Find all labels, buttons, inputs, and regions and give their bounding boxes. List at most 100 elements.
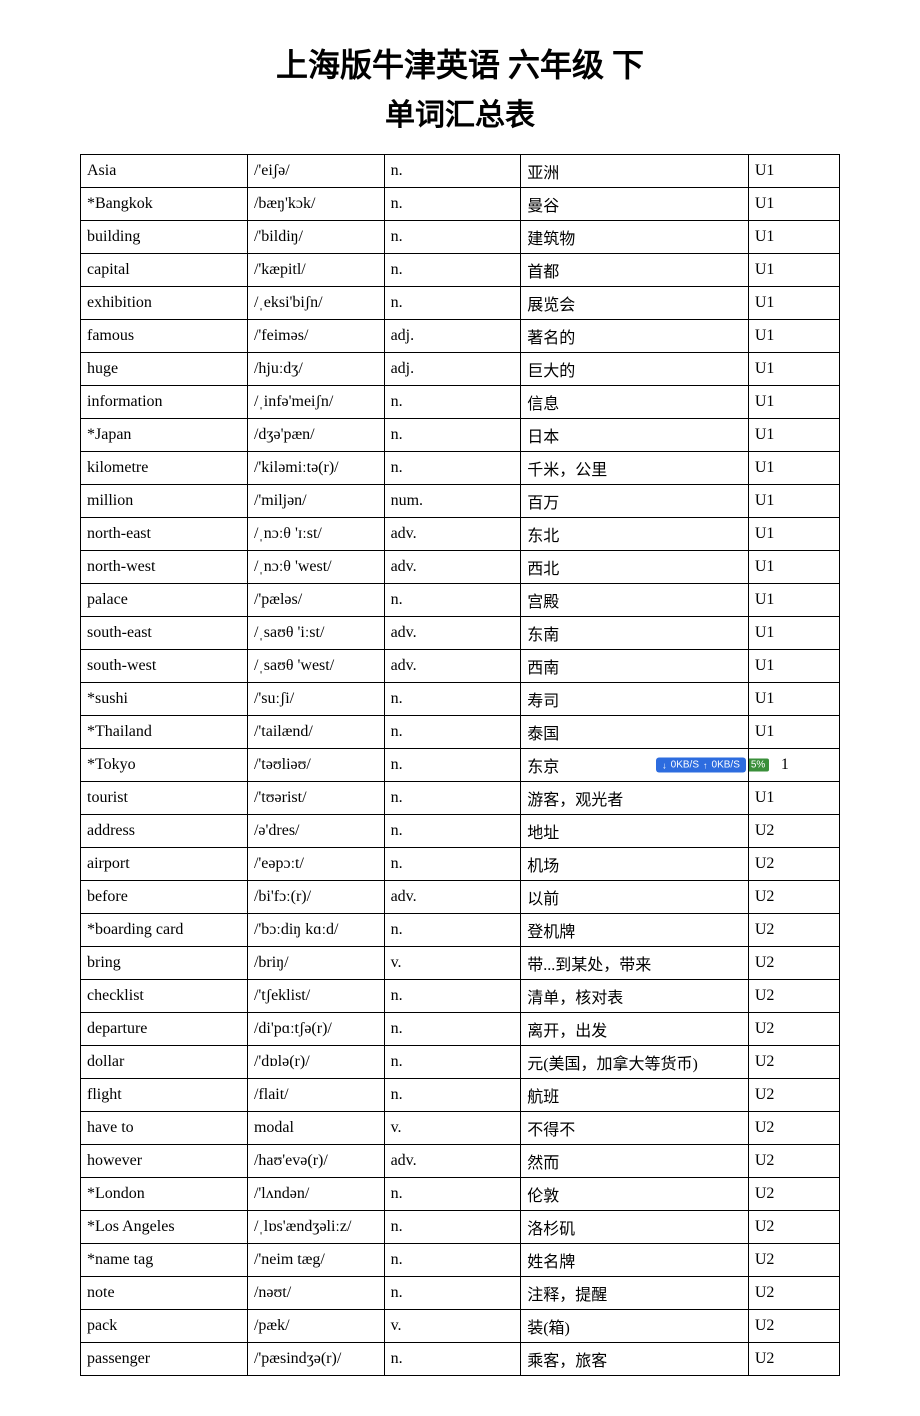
unit-cell: U2 xyxy=(748,1310,839,1343)
ipa-cell: /'bɔːdiŋ kɑːd/ xyxy=(247,914,384,947)
word-cell: passenger xyxy=(81,1343,248,1376)
unit-cell: U2 xyxy=(748,1277,839,1310)
pos-cell: adv. xyxy=(384,551,521,584)
meaning-cell: 以前 xyxy=(521,881,749,914)
word-cell: *sushi xyxy=(81,683,248,716)
meaning-cell: 百万 xyxy=(521,485,749,518)
table-row: airport/'eəpɔːt/n.机场U2 xyxy=(81,848,840,881)
table-row: *Bangkok/bæŋ'kɔk/n.曼谷U1 xyxy=(81,188,840,221)
unit-cell: U1 xyxy=(748,419,839,452)
meaning-cell: 航班 xyxy=(521,1079,749,1112)
meaning-cell: 信息 xyxy=(521,386,749,419)
unit-cell: U2 xyxy=(748,1013,839,1046)
word-cell: *Thailand xyxy=(81,716,248,749)
word-cell: checklist xyxy=(81,980,248,1013)
pos-cell: n. xyxy=(384,254,521,287)
unit-cell: U1 xyxy=(748,782,839,815)
table-row: million/'miljən/num.百万U1 xyxy=(81,485,840,518)
table-row: departure/di'pɑːtʃə(r)/n.离开，出发U2 xyxy=(81,1013,840,1046)
ipa-cell: /'təʊliəʊ/ xyxy=(247,749,384,782)
word-cell: departure xyxy=(81,1013,248,1046)
unit-text: 1 xyxy=(781,756,789,773)
unit-cell: U2 xyxy=(748,914,839,947)
meaning-cell: 千米，公里 xyxy=(521,452,749,485)
table-row: information/ˌinfə'meiʃn/n.信息U1 xyxy=(81,386,840,419)
table-row: *Thailand/'tailænd/n.泰国U1 xyxy=(81,716,840,749)
meaning-cell: 带...到某处，带来 xyxy=(521,947,749,980)
word-cell: address xyxy=(81,815,248,848)
meaning-cell: 东南 xyxy=(521,617,749,650)
meaning-cell: 寿司 xyxy=(521,683,749,716)
unit-cell: U2 xyxy=(748,1178,839,1211)
meaning-cell: 东北 xyxy=(521,518,749,551)
word-cell: palace xyxy=(81,584,248,617)
word-cell: north-west xyxy=(81,551,248,584)
pos-cell: adj. xyxy=(384,353,521,386)
word-cell: south-east xyxy=(81,617,248,650)
pos-cell: adv. xyxy=(384,1145,521,1178)
pos-cell: n. xyxy=(384,1079,521,1112)
unit-cell: U1 xyxy=(748,485,839,518)
meaning-cell: 装(箱) xyxy=(521,1310,749,1343)
pos-cell: n. xyxy=(384,1013,521,1046)
table-row: address/ə'dres/n.地址U2 xyxy=(81,815,840,848)
table-row: *name tag/'neim tæg/n.姓名牌U2 xyxy=(81,1244,840,1277)
word-cell: bring xyxy=(81,947,248,980)
ipa-cell: /'tailænd/ xyxy=(247,716,384,749)
table-row: north-east/ˌnɔːθ 'ɪːst/adv.东北U1 xyxy=(81,518,840,551)
word-cell: have to xyxy=(81,1112,248,1145)
unit-cell: U2 xyxy=(748,1211,839,1244)
ipa-cell: /'feiməs/ xyxy=(247,320,384,353)
meaning-cell: 曼谷 xyxy=(521,188,749,221)
unit-cell: U2 xyxy=(748,1343,839,1376)
ipa-cell: /nəʊt/ xyxy=(247,1277,384,1310)
table-row: building/'bildiŋ/n.建筑物U1 xyxy=(81,221,840,254)
word-cell: flight xyxy=(81,1079,248,1112)
meaning-cell: 首都 xyxy=(521,254,749,287)
meaning-cell: 元(美国，加拿大等货币) xyxy=(521,1046,749,1079)
word-cell: *Bangkok xyxy=(81,188,248,221)
pos-cell: adv. xyxy=(384,881,521,914)
word-cell: building xyxy=(81,221,248,254)
ipa-cell: /hjuːdʒ/ xyxy=(247,353,384,386)
table-row: passenger/'pæsindʒə(r)/n.乘客，旅客U2 xyxy=(81,1343,840,1376)
unit-cell: U1 xyxy=(748,320,839,353)
ipa-cell: /flait/ xyxy=(247,1079,384,1112)
unit-cell: U1 xyxy=(748,584,839,617)
meaning-cell: 姓名牌 xyxy=(521,1244,749,1277)
ipa-cell: /ə'dres/ xyxy=(247,815,384,848)
word-cell: capital xyxy=(81,254,248,287)
word-cell: note xyxy=(81,1277,248,1310)
vocab-table: Asia/'eiʃə/n.亚洲U1*Bangkok/bæŋ'kɔk/n.曼谷U1… xyxy=(80,154,840,1376)
ipa-cell: /ˌsaʊθ 'iːst/ xyxy=(247,617,384,650)
word-cell: Asia xyxy=(81,155,248,188)
ipa-cell: /'pæsindʒə(r)/ xyxy=(247,1343,384,1376)
unit-cell: U1 xyxy=(748,452,839,485)
unit-cell: U2 xyxy=(748,1145,839,1178)
pos-cell: n. xyxy=(384,386,521,419)
word-cell: pack xyxy=(81,1310,248,1343)
unit-cell: U1 xyxy=(748,716,839,749)
word-cell: *Japan xyxy=(81,419,248,452)
unit-cell: U2 xyxy=(748,947,839,980)
unit-cell: U1 xyxy=(748,287,839,320)
word-cell: *boarding card xyxy=(81,914,248,947)
meaning-cell: 登机牌 xyxy=(521,914,749,947)
table-row: huge/hjuːdʒ/adj.巨大的U1 xyxy=(81,353,840,386)
meaning-text: 东京 xyxy=(527,759,559,776)
unit-cell: U1 xyxy=(748,518,839,551)
ipa-cell: /haʊ'evə(r)/ xyxy=(247,1145,384,1178)
table-row: *Tokyo/'təʊliəʊ/n.东京↓0KB/S↑0KB/S5%1 xyxy=(81,749,840,782)
unit-cell: U1 xyxy=(748,683,839,716)
ipa-cell: /'miljən/ xyxy=(247,485,384,518)
ipa-cell: /'kiləmiːtə(r)/ xyxy=(247,452,384,485)
table-row: *Los Angeles/ˌlɒs'ændʒəliːz/n.洛杉矶U2 xyxy=(81,1211,840,1244)
meaning-cell: 乘客，旅客 xyxy=(521,1343,749,1376)
pos-cell: v. xyxy=(384,947,521,980)
pos-cell: adv. xyxy=(384,617,521,650)
ipa-cell: /bæŋ'kɔk/ xyxy=(247,188,384,221)
table-row: south-east/ˌsaʊθ 'iːst/adv.东南U1 xyxy=(81,617,840,650)
ipa-cell: /ˌeksi'biʃn/ xyxy=(247,287,384,320)
pos-cell: n. xyxy=(384,188,521,221)
table-row: capital/'kæpitl/n.首都U1 xyxy=(81,254,840,287)
